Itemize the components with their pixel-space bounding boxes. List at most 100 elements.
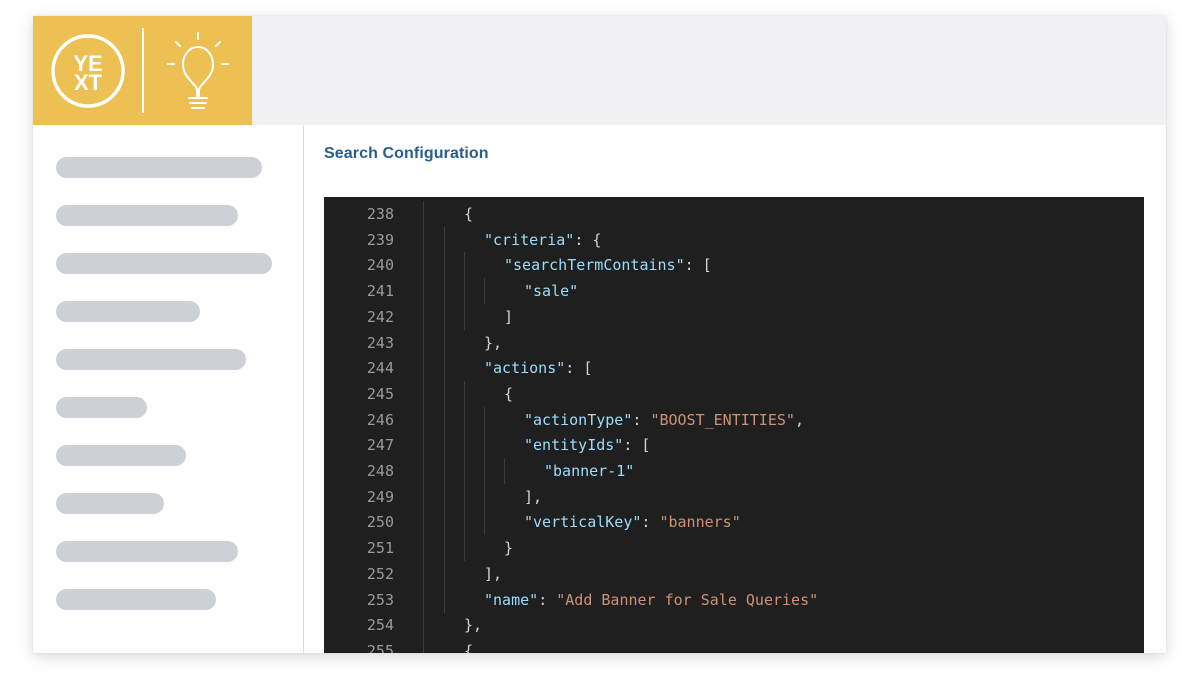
- indent-guide: [423, 458, 424, 484]
- indent-guide: [444, 278, 445, 305]
- code-text: {: [504, 381, 513, 407]
- sidebar-item-placeholder[interactable]: [56, 493, 164, 514]
- line-number: 247: [366, 436, 394, 455]
- code-text: {: [464, 201, 473, 227]
- code-line[interactable]: 253 "name": "Add Banner for Sale Queries": [324, 586, 1144, 613]
- indent-guide: [484, 509, 485, 536]
- json-key-token: "banner-1": [544, 462, 635, 480]
- indent-guide: [423, 483, 424, 510]
- sidebar-item-placeholder[interactable]: [56, 157, 262, 178]
- line-number: 239: [366, 230, 394, 249]
- code-text: "sale": [524, 278, 578, 304]
- line-number: 241: [366, 282, 394, 301]
- code-line[interactable]: 244 "actions": [: [324, 355, 1144, 382]
- indent-guide: [423, 560, 424, 587]
- indent-guide: [423, 535, 424, 562]
- code-text: ]: [504, 304, 513, 330]
- indent-guide: [444, 380, 445, 407]
- indent-guide: [423, 201, 424, 227]
- indent-guide: [444, 560, 445, 587]
- code-line[interactable]: 249],: [324, 483, 1144, 510]
- line-number: 250: [366, 513, 394, 532]
- code-text: ],: [484, 561, 502, 587]
- indent-guide: [444, 303, 445, 330]
- code-text: "banner-1": [544, 458, 634, 484]
- sidebar-item-placeholder[interactable]: [56, 253, 272, 274]
- indent-guide: [423, 637, 424, 653]
- line-number: 238: [366, 205, 394, 223]
- json-punctuation-token: {: [464, 641, 474, 653]
- line-number: 243: [366, 333, 394, 352]
- json-punctuation-token: :: [632, 410, 651, 429]
- indent-guide: [423, 612, 424, 639]
- indent-guide: [464, 278, 465, 305]
- code-text: "name": "Add Banner for Sale Queries": [484, 587, 818, 613]
- indent-guide: [464, 432, 465, 459]
- sidebar-item-placeholder[interactable]: [56, 301, 200, 322]
- code-line[interactable]: 255 {: [324, 637, 1144, 653]
- json-punctuation-token: :: [538, 590, 557, 609]
- code-editor[interactable]: 238 {239 "criteria": { 240 "searchTermContai…: [324, 197, 1144, 653]
- line-number: 249: [366, 487, 394, 506]
- json-punctuation-token: {: [464, 205, 474, 223]
- indent-guide: [444, 483, 445, 510]
- yext-logo-icon[interactable]: YE XT: [33, 16, 252, 125]
- sidebar-item-placeholder[interactable]: [56, 445, 186, 466]
- indent-guide: [423, 586, 424, 613]
- sidebar-item-placeholder[interactable]: [56, 205, 238, 226]
- code-line[interactable]: 251}: [324, 535, 1144, 562]
- indent-guide: [423, 303, 424, 330]
- json-punctuation-token: :: [641, 513, 660, 532]
- top-bar: YE XT: [33, 16, 1166, 125]
- code-line[interactable]: 242]: [324, 303, 1144, 330]
- code-line[interactable]: 254},: [324, 612, 1144, 639]
- line-number: 253: [366, 590, 394, 609]
- code-line[interactable]: 243},: [324, 329, 1144, 356]
- code-line[interactable]: 247 "entityIds": [: [324, 432, 1144, 459]
- code-line[interactable]: 250 "verticalKey": "banners": [324, 509, 1144, 536]
- json-key-token: "actions": [484, 359, 566, 378]
- sidebar-item-placeholder[interactable]: [56, 349, 246, 370]
- indent-guide: [484, 483, 485, 510]
- code-line[interactable]: 238 {: [324, 201, 1144, 227]
- logo-text-bottom: XT: [74, 70, 103, 95]
- indent-guide: [464, 252, 465, 279]
- code-text: {: [464, 638, 473, 653]
- sidebar: [33, 125, 304, 653]
- code-line[interactable]: 240 "searchTermContains": [: [324, 252, 1144, 279]
- indent-guide: [423, 380, 424, 407]
- indent-guide: [423, 509, 424, 536]
- indent-guide: [444, 406, 445, 433]
- indent-guide: [423, 406, 424, 433]
- indent-guide: [444, 252, 445, 279]
- code-line[interactable]: 246 "actionType": "BOOST_ENTITIES",: [324, 406, 1144, 433]
- main-content: Search Configuration 238{239 "criteria": …: [304, 125, 1166, 653]
- json-string-token: "Add Banner for Sale Queries": [556, 590, 819, 609]
- code-line[interactable]: 245 {: [324, 380, 1144, 407]
- json-punctuation-token: ],: [484, 564, 503, 583]
- indent-guide: [464, 303, 465, 330]
- indent-guide: [444, 535, 445, 562]
- indent-guide: [464, 483, 465, 510]
- sidebar-item-placeholder[interactable]: [56, 541, 238, 562]
- json-punctuation-token: : [: [684, 256, 712, 275]
- sidebar-item-placeholder[interactable]: [56, 397, 147, 418]
- json-key-token: "name": [484, 590, 539, 609]
- code-line[interactable]: 248 "banner-1": [324, 458, 1144, 484]
- sidebar-item-placeholder[interactable]: [56, 589, 216, 610]
- code-line[interactable]: 241 "sale": [324, 278, 1144, 305]
- code-line[interactable]: 239 "criteria": {: [324, 226, 1144, 253]
- line-number: 244: [366, 359, 394, 378]
- indent-guide: [484, 278, 485, 305]
- json-key-token: "entityIds": [524, 436, 624, 455]
- json-punctuation-token: ,: [794, 410, 804, 429]
- code-line[interactable]: 252],: [324, 560, 1144, 587]
- code-text: "entityIds": [: [524, 432, 650, 458]
- code-text: "verticalKey": "banners": [524, 509, 741, 535]
- indent-guide: [484, 458, 485, 484]
- line-number: 240: [366, 256, 394, 275]
- json-key-token: "sale": [524, 282, 579, 301]
- indent-guide: [464, 509, 465, 536]
- code-text: }: [504, 535, 513, 561]
- json-key-token: "searchTermContains": [504, 256, 685, 275]
